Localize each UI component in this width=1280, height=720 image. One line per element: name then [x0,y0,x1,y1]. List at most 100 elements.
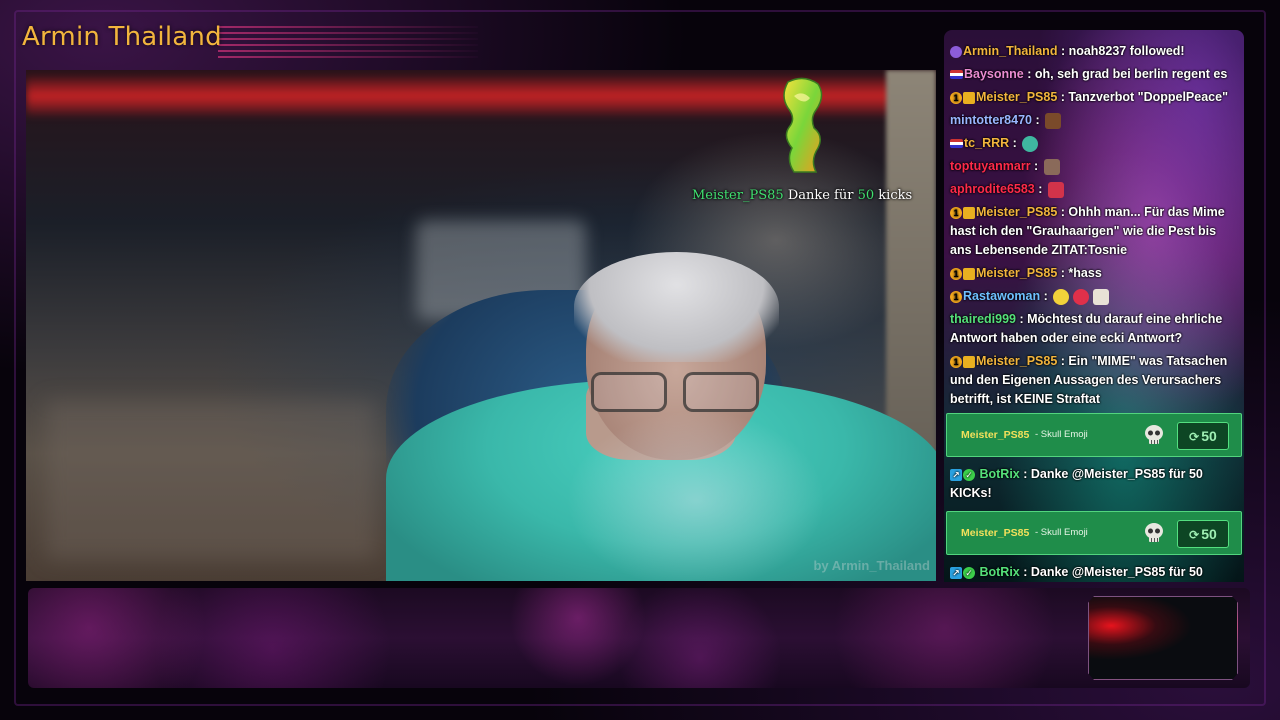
chat-message: 1 Meister_PS85 : *hass [944,262,1244,285]
gold-badge: 1 [950,206,962,219]
stream-watermark: by Armin_Thailand [813,558,930,573]
person-hair [574,252,779,362]
crown-badge [963,91,975,104]
face-emote [1043,158,1060,175]
chat-message-list: Armin_Thailand : noah8237 followed! Bayso… [944,40,1244,582]
chat-separator: : [1040,289,1052,303]
hand-emote [1093,288,1110,305]
skull-icon [1145,523,1163,542]
chat-message: tc_RRR : [944,132,1244,155]
stream-overlay-frame: Armin Thailand by Armin_Thailand Meister… [0,0,1280,720]
chat-panel[interactable]: Armin_Thailand : noah8237 followed! Bayso… [944,30,1244,582]
person-glasses [591,372,761,414]
chat-text: Tanzverbot "DoppelPeace" [1068,90,1228,104]
kick-gift-card: Meister_PS85 - Skull Emoji ⟳ 50 [946,413,1242,457]
alert-text-after: kicks [878,188,913,203]
chat-text: oh, seh grad bei berlin regent es [1034,67,1228,81]
chat-username[interactable]: aphrodite6583 [950,182,1035,196]
crown-badge [963,206,975,219]
chat-separator: : [1057,266,1069,280]
chat-message: aphrodite6583 : [944,178,1244,201]
chat-username[interactable]: Rastawoman [963,289,1040,303]
bot-badge: ↗ [950,468,962,481]
chat-message: Baysonne : oh, seh grad bei berlin regen… [944,63,1244,86]
chat-message: 1 Meister_PS85 : Ohhh man... Für das Mime… [944,201,1244,262]
bot-message: ↗✓ BotRix : Danke @Meister_PS85 für 50 K… [944,463,1244,505]
sub-badge [950,45,962,58]
chat-username[interactable]: Meister_PS85 [976,205,1057,219]
chat-username[interactable]: Meister_PS85 [976,354,1057,368]
chat-message: thairedi999 : Möchtest du darauf eine eh… [944,308,1244,350]
kick-card-user[interactable]: Meister_PS85 [961,429,1029,441]
chat-username[interactable]: Armin_Thailand [963,44,1057,58]
chat-message: Armin_Thailand : noah8237 followed! [944,40,1244,63]
chat-username[interactable]: Meister_PS85 [976,90,1057,104]
chat-message: 1 Meister_PS85 : Tanzverbot "DoppelPeace" [944,86,1244,109]
skull-icon [1145,425,1163,444]
bot-message: ↗✓ BotRix : Danke @Meister_PS85 für 50 K… [944,561,1244,582]
chat-separator: : [1009,136,1021,150]
chat-separator: : [1031,113,1044,127]
bot-username[interactable]: BotRix [976,467,1019,481]
chat-text: *hass [1068,266,1102,280]
kicks-alert: Meister_PS85 Danke für 50 kicks [680,76,912,206]
chat-separator: : [1034,182,1046,196]
chat-message: toptuyanmarr : [944,155,1244,178]
vape-smoke [566,410,826,581]
gold-badge: 1 [950,267,962,280]
crown-badge [963,267,975,280]
chat-username[interactable]: mintotter8470 [950,113,1032,127]
gold-badge: 1 [950,91,962,104]
kick-card-user[interactable]: Meister_PS85 [961,527,1029,539]
kick-gift-card: Meister_PS85 - Skull Emoji ⟳ 50 [946,511,1242,555]
kick-card-item: - Skull Emoji [1035,429,1088,440]
dog-emote [1045,112,1062,129]
alert-user: Meister_PS85 [692,188,784,203]
title-stripes-decoration [218,26,478,66]
crown-badge [963,355,975,368]
background-desk [46,400,376,560]
chat-separator: : [1057,90,1069,104]
gold-badge: 1 [950,290,962,303]
chat-username[interactable]: tc_RRR [964,136,1009,150]
heart-emote [1047,181,1064,198]
bottom-bokeh-strip [28,588,1250,688]
alert-message: Meister_PS85 Danke für 50 kicks [692,188,912,203]
earth-emote [1022,135,1039,152]
stream-title: Armin Thailand [22,22,222,52]
kick-coin-icon: ⟳ [1189,430,1200,444]
pacman-emote [1053,288,1070,305]
kick-card-amount: ⟳ 50 [1177,520,1229,548]
chat-username[interactable]: Meister_PS85 [976,266,1057,280]
chat-separator: : [1019,565,1031,579]
chat-separator: : [1016,312,1028,326]
chat-username[interactable]: thairedi999 [950,312,1016,326]
chat-message: 1 Rastawoman : [944,285,1244,308]
chat-separator: : [1057,354,1069,368]
alert-amount: 50 [857,188,875,203]
kick-card-amount-value: 50 [1201,526,1217,542]
flag-badge [950,70,963,80]
chat-message: 1 Meister_PS85 : Ein "MIME" was Tatsachen… [944,350,1244,411]
chat-text: noah8237 followed! [1068,44,1185,58]
chat-message: mintotter8470 : [944,109,1244,132]
kick-card-item: - Skull Emoji [1035,527,1088,538]
stream-title-bar: Armin Thailand [18,18,478,62]
chat-separator: : [1019,467,1031,481]
bot-username[interactable]: BotRix [976,565,1019,579]
chat-separator: : [1057,44,1069,58]
kick-card-amount: ⟳ 50 [1177,422,1229,450]
kick-coin-icon: ⟳ [1189,528,1200,542]
kick-card-amount-value: 50 [1201,428,1217,444]
fire-emote [1073,288,1090,305]
chat-separator: : [1057,205,1069,219]
chat-username[interactable]: Baysonne [964,67,1024,81]
chat-separator: : [1030,159,1042,173]
verified-badge: ✓ [963,566,975,579]
chat-separator: : [1023,67,1035,81]
secondary-camera-feed [1088,596,1238,680]
gold-badge: 1 [950,355,962,368]
alert-text-before: Danke für [787,188,854,203]
trophy-icon [783,77,823,173]
chat-username[interactable]: toptuyanmarr [950,159,1031,173]
